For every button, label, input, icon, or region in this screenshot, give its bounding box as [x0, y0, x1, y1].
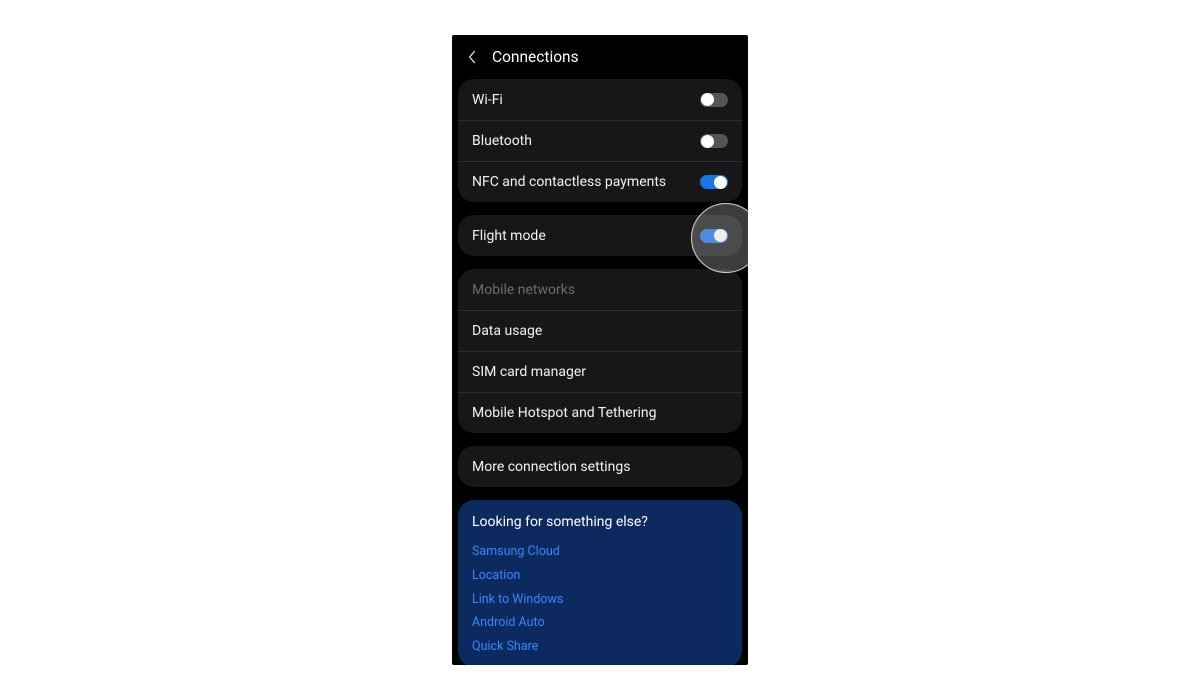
row-label: More connection settings — [472, 459, 630, 475]
help-link[interactable]: Location — [472, 564, 728, 588]
row-label: Flight mode — [472, 228, 546, 244]
phone-frame: Connections Wi-Fi Bluetooth NFC and cont… — [452, 35, 748, 665]
help-link[interactable]: Link to Windows — [472, 588, 728, 612]
flight-mode-toggle[interactable] — [700, 229, 728, 243]
back-icon[interactable] — [464, 49, 480, 65]
row-label: Data usage — [472, 323, 542, 339]
help-title: Looking for something else? — [472, 514, 728, 530]
row-label: NFC and contactless payments — [472, 174, 666, 190]
row-label: SIM card manager — [472, 364, 586, 380]
bluetooth-toggle[interactable] — [700, 134, 728, 148]
settings-row-mobile-networks: Mobile networks — [458, 269, 742, 310]
settings-row-more[interactable]: More connection settings — [458, 446, 742, 487]
settings-row-sim[interactable]: SIM card manager — [458, 351, 742, 392]
help-card: Looking for something else? Samsung Clou… — [458, 500, 742, 665]
row-label: Bluetooth — [472, 133, 532, 149]
row-label: Mobile Hotspot and Tethering — [472, 405, 656, 421]
settings-row-wifi[interactable]: Wi-Fi — [458, 79, 742, 120]
settings-group: More connection settings — [458, 446, 742, 487]
settings-group: Flight mode — [458, 215, 742, 256]
wifi-toggle[interactable] — [700, 93, 728, 107]
row-label: Wi-Fi — [472, 92, 503, 108]
help-link[interactable]: Samsung Cloud — [472, 540, 728, 564]
settings-row-nfc[interactable]: NFC and contactless payments — [458, 161, 742, 202]
settings-row-data-usage[interactable]: Data usage — [458, 310, 742, 351]
nfc-toggle[interactable] — [700, 175, 728, 189]
help-link[interactable]: Android Auto — [472, 611, 728, 635]
settings-row-bluetooth[interactable]: Bluetooth — [458, 120, 742, 161]
help-link[interactable]: Quick Share — [472, 635, 728, 659]
settings-row-flight-mode[interactable]: Flight mode — [458, 215, 742, 256]
settings-row-hotspot[interactable]: Mobile Hotspot and Tethering — [458, 392, 742, 433]
settings-group: Mobile networks Data usage SIM card mana… — [458, 269, 742, 433]
row-label: Mobile networks — [472, 282, 575, 298]
settings-group: Wi-Fi Bluetooth NFC and contactless paym… — [458, 79, 742, 202]
page-title: Connections — [492, 48, 579, 66]
header: Connections — [452, 35, 748, 79]
